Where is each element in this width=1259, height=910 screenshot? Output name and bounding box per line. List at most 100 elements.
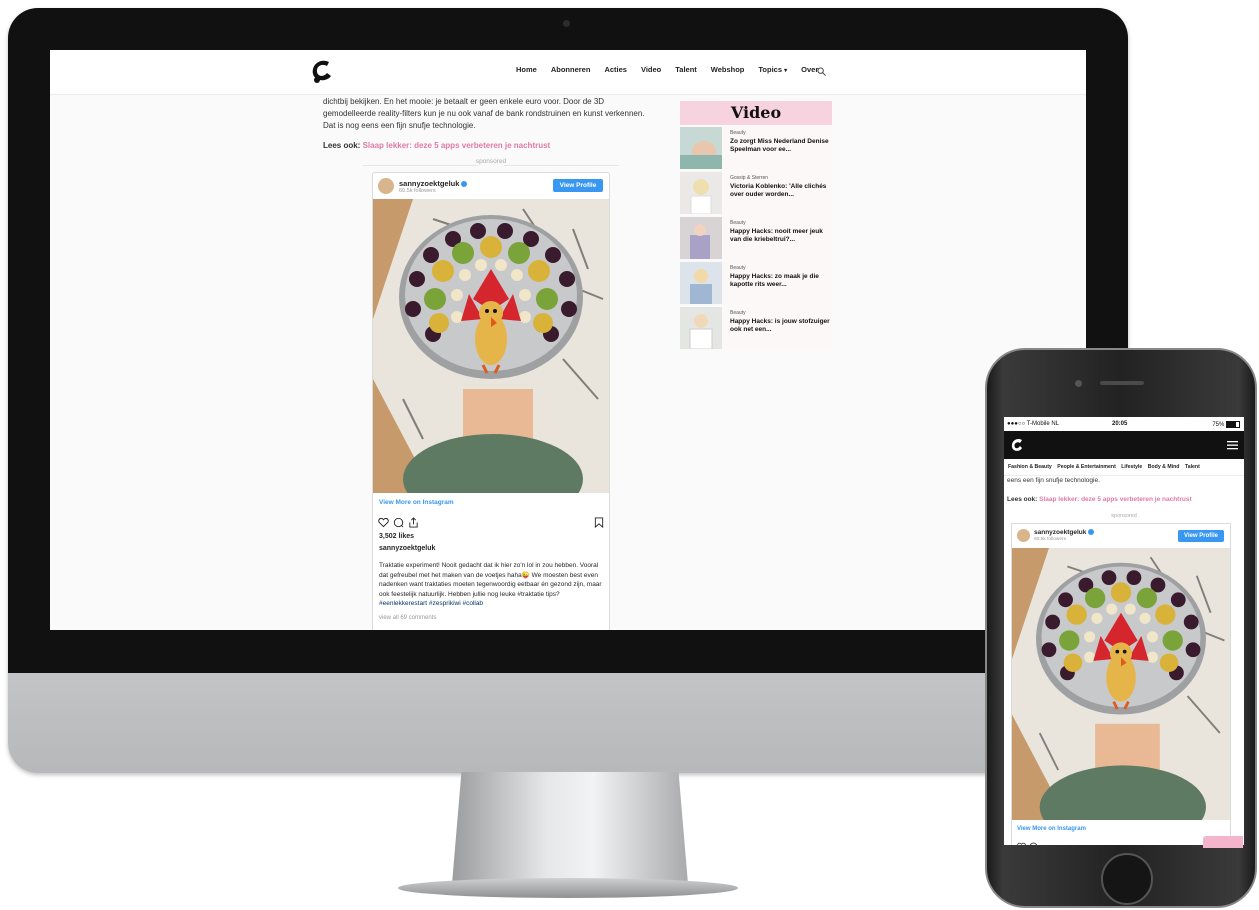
caption-username[interactable]: sannyzoektgeluk [379, 545, 435, 552]
mobile-read-more-link[interactable]: Slaap lekker: deze 5 apps verbeteren je … [1039, 496, 1191, 503]
iphone-speaker [1100, 381, 1144, 385]
mobile-view-profile-button[interactable]: View Profile [1178, 530, 1224, 542]
nav-item-talent[interactable]: Talent [675, 65, 697, 74]
video-thumbnail [680, 217, 722, 259]
status-bar: ●●●○○ T-Mobile NL 20:05 75% [1004, 417, 1244, 431]
mobile-instagram-followers: 60.5k followers [1034, 537, 1066, 542]
likes-count[interactable]: 3,502 likes [379, 533, 414, 540]
sidebar-item-headline[interactable]: Happy Hacks: is jouw stofzuiger ook net … [730, 318, 830, 334]
mobile-instagram-username[interactable]: sannyzoektgeluk [1034, 529, 1095, 536]
sidebar-title: Video [680, 101, 832, 125]
view-all-comments-link[interactable]: view all 69 comments [379, 615, 436, 621]
category-lifestyle[interactable]: Lifestyle [1121, 464, 1142, 470]
turkey-fruit-plate-image [373, 199, 609, 493]
instagram-username-text: sannyzoektgeluk [399, 179, 460, 188]
iphone-home-button[interactable] [1101, 853, 1153, 905]
nav-item-topics-label: Topics [758, 65, 783, 74]
video-thumbnail [680, 127, 722, 169]
heart-icon[interactable] [378, 517, 389, 528]
category-people-entertainment[interactable]: People & Entertainment [1057, 464, 1116, 470]
nav-item-topics[interactable]: Topics ▾ [758, 65, 787, 74]
instagram-caption: Traktatie experiment! Nooit gedacht dat … [379, 561, 603, 609]
mobile-instagram-photo[interactable] [1012, 548, 1230, 820]
sidebar-item-category: Beauty [730, 265, 746, 271]
logo-icon[interactable] [1009, 436, 1025, 454]
mobile-read-more-label: Lees ook: [1007, 496, 1038, 503]
iphone-camera [1075, 380, 1082, 387]
sidebar-item-headline[interactable]: Victoria Koblenko: 'Alle clichés over ou… [730, 183, 830, 199]
comment-icon[interactable] [393, 517, 404, 528]
sidebar-item-headline[interactable]: Zo zorgt Miss Nederland Denise Speelman … [730, 138, 830, 154]
category-talent[interactable]: Talent [1185, 464, 1200, 470]
verified-icon [1088, 529, 1095, 536]
logo-icon[interactable] [307, 56, 337, 86]
desktop-screen: Home Abonneren Acties Video Talent Websh… [50, 50, 1086, 630]
hamburger-menu-icon[interactable] [1227, 440, 1238, 450]
heart-icon[interactable] [1017, 842, 1026, 845]
nav-item-home[interactable]: Home [516, 65, 537, 74]
comment-icon[interactable] [1029, 842, 1038, 845]
video-thumbnail [680, 307, 722, 349]
chevron-down-icon: ▾ [784, 68, 788, 74]
nav-item-video[interactable]: Video [641, 65, 661, 74]
instagram-followers: 60.5k followers [399, 188, 436, 194]
status-battery-text: 75% [1212, 422, 1225, 429]
nav-item-abonneren[interactable]: Abonneren [551, 65, 591, 74]
article-paragraph: dichtbij bekijken. En het mooie: je beta… [323, 97, 645, 130]
mobile-view-more-on-instagram-link[interactable]: View More on Instagram [1017, 826, 1086, 832]
share-icon[interactable] [408, 517, 419, 528]
category-body-mind[interactable]: Body & Mind [1148, 464, 1180, 470]
mobile-header [1004, 431, 1244, 459]
instagram-photo[interactable] [373, 199, 609, 493]
mobile-article-text: eens een fijn snufje technologie. [1007, 477, 1100, 484]
status-carrier: ●●●○○ T-Mobile NL [1007, 421, 1060, 427]
caption-hashtags[interactable]: #eenlekkerestart #zespri​kiwi #collab [379, 600, 483, 607]
nav-item-webshop[interactable]: Webshop [711, 65, 745, 74]
category-fashion-beauty[interactable]: Fashion & Beauty [1008, 464, 1052, 470]
main-nav: Home Abonneren Acties Video Talent Websh… [516, 65, 832, 74]
bookmark-icon[interactable] [594, 517, 604, 528]
battery-icon [1226, 421, 1240, 428]
view-profile-button[interactable]: View Profile [553, 179, 603, 192]
video-thumbnail [680, 262, 722, 304]
nav-item-over[interactable]: Over [801, 65, 818, 74]
sidebar-item-category: Beauty [730, 130, 746, 136]
imac-camera [563, 20, 570, 27]
avatar[interactable] [1017, 529, 1030, 542]
read-more-label: Lees ook: [323, 141, 361, 150]
turkey-fruit-plate-image [1012, 548, 1230, 820]
nav-item-acties[interactable]: Acties [604, 65, 627, 74]
site-navbar: Home Abonneren Acties Video Talent Websh… [50, 50, 1086, 95]
mobile-read-more: Lees ook: Slaap lekker: deze 5 apps verb… [1007, 496, 1192, 503]
mobile-instagram-username-text: sannyzoektgeluk [1034, 529, 1087, 536]
sidebar-item-category: Beauty [730, 310, 746, 316]
read-more-link[interactable]: Slaap lekker: deze 5 apps verbeteren je … [363, 141, 551, 150]
avatar[interactable] [378, 178, 394, 194]
caption-text: Traktatie experiment! Nooit gedacht dat … [379, 562, 602, 598]
mobile-instagram-actions [1017, 842, 1057, 845]
sponsored-label: sponsored [323, 158, 659, 172]
sidebar-video-item[interactable]: Gossip & Sterren Victoria Koblenko: 'All… [680, 171, 832, 215]
view-more-on-instagram-link[interactable]: View More on Instagram [379, 499, 454, 506]
mobile-instagram-embed: sannyzoektgeluk 60.5k followers View Pro… [1011, 523, 1231, 845]
mobile-sponsored-label: sponsored [1111, 513, 1137, 519]
verified-icon [461, 181, 468, 188]
article-body: dichtbij bekijken. En het mooie: je beta… [323, 96, 659, 160]
search-icon[interactable] [817, 67, 826, 76]
sidebar-video-item[interactable]: Beauty Zo zorgt Miss Nederland Denise Sp… [680, 126, 832, 170]
imac-stand [452, 772, 688, 884]
sidebar-video-item[interactable]: Beauty Happy Hacks: nooit meer jeuk van … [680, 216, 832, 260]
instagram-username[interactable]: sannyzoektgeluk [399, 179, 468, 188]
instagram-embed: sannyzoektgeluk 60.5k followers View Pro… [372, 172, 610, 630]
sidebar-item-category: Gossip & Sterren [730, 175, 769, 181]
floating-share-button[interactable] [1203, 836, 1243, 848]
video-thumbnail [680, 172, 722, 214]
sidebar-video-item[interactable]: Beauty Happy Hacks: is jouw stofzuiger o… [680, 306, 832, 350]
sidebar-item-headline[interactable]: Happy Hacks: nooit meer jeuk van die kri… [730, 228, 830, 244]
mobile-screen: ●●●○○ T-Mobile NL 20:05 75% Fashion & Be… [1004, 417, 1244, 845]
read-more: Lees ook: Slaap lekker: deze 5 apps verb… [323, 140, 659, 152]
mobile-category-nav: Fashion & Beauty People & Entertainment … [1004, 459, 1244, 476]
instagram-header: sannyzoektgeluk 60.5k followers View Pro… [373, 173, 609, 199]
sidebar-video-item[interactable]: Beauty Happy Hacks: zo maak je die kapot… [680, 261, 832, 305]
sidebar-item-headline[interactable]: Happy Hacks: zo maak je die kapotte rits… [730, 273, 830, 289]
